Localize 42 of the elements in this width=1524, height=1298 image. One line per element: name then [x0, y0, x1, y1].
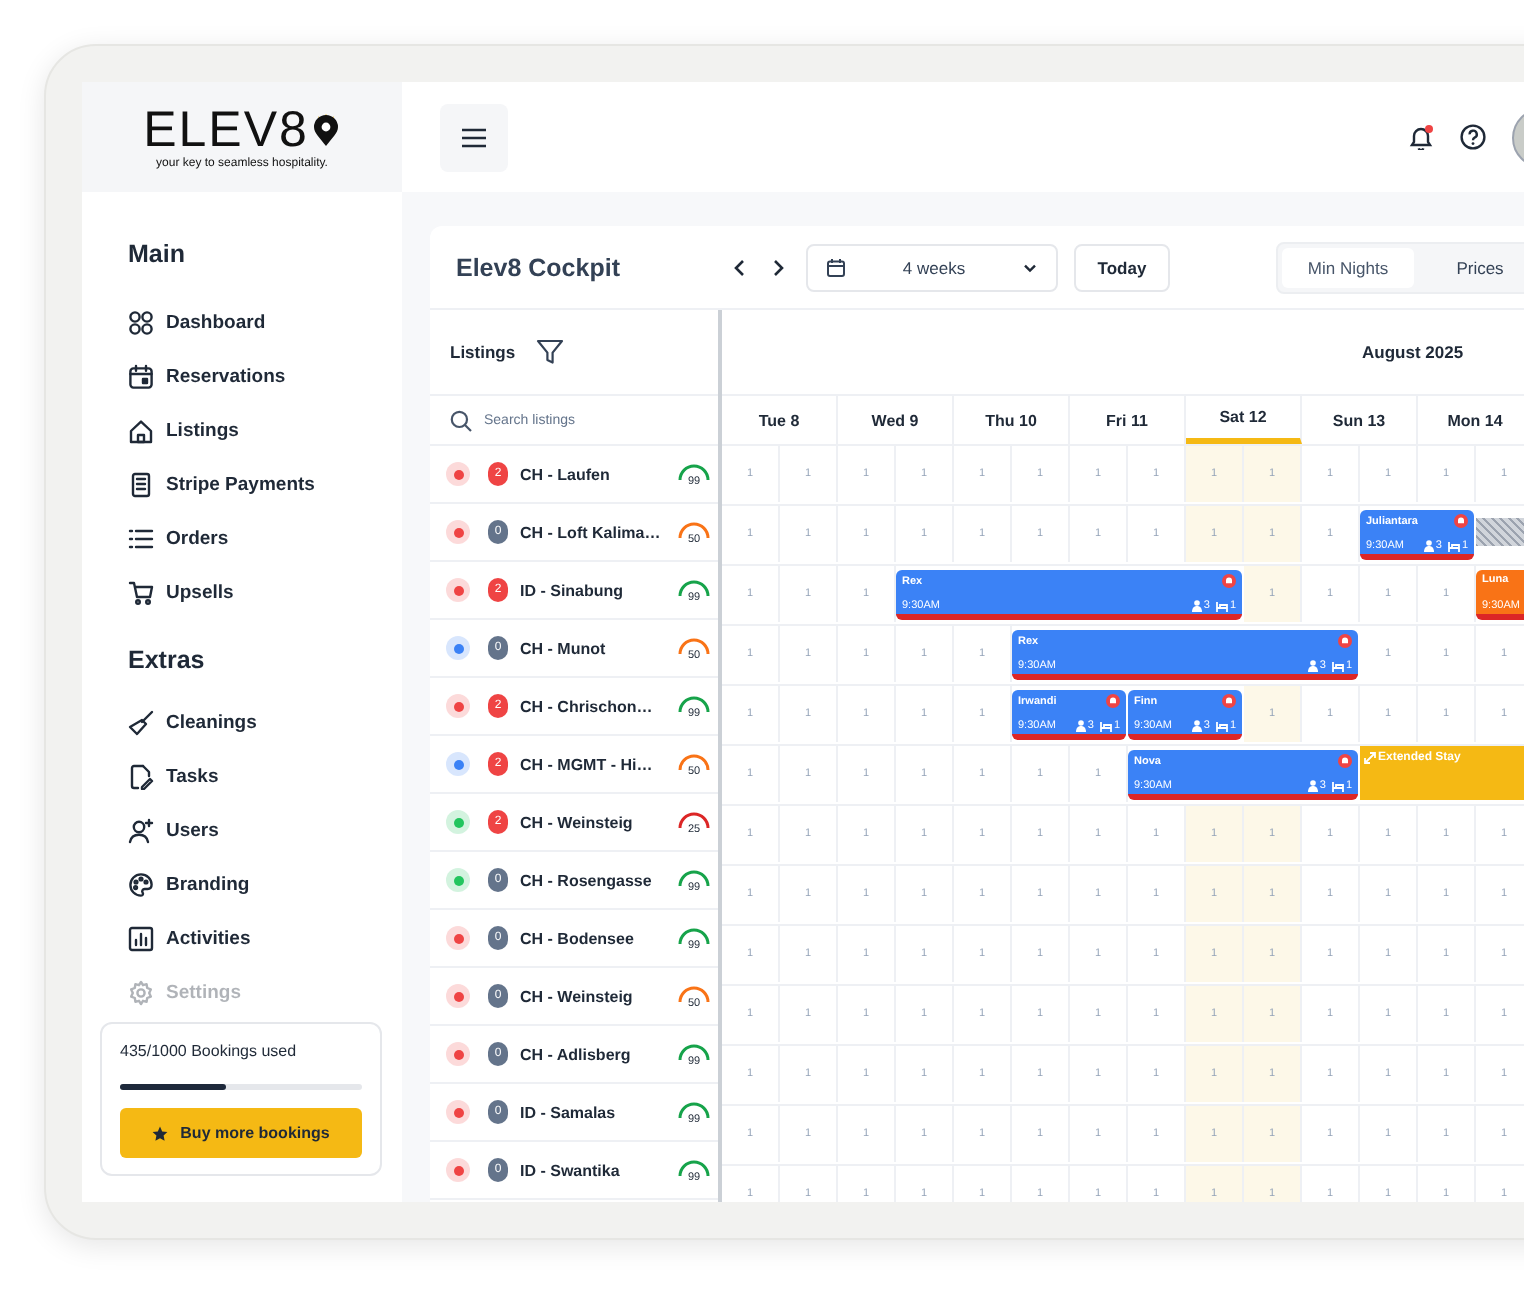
- view-tab[interactable]: Min Nights: [1282, 247, 1414, 287]
- listing-name[interactable]: CH - Bodensee: [520, 929, 676, 947]
- listing-name[interactable]: CH - Chrischon…: [520, 697, 676, 715]
- sidebar-item[interactable]: Dashboard: [128, 296, 266, 350]
- sidebar-item[interactable]: Branding: [128, 858, 250, 912]
- sidebar-item[interactable]: Reservations: [128, 350, 286, 404]
- listing-name[interactable]: CH - Rosengasse: [520, 871, 676, 889]
- page-title: Elev8 Cockpit: [456, 253, 622, 281]
- sidebar-item[interactable]: Stripe Payments: [128, 458, 315, 512]
- range-dropdown[interactable]: 4 weeks: [806, 243, 1058, 291]
- listing-name[interactable]: CH - MGMT - Hi…: [520, 755, 676, 773]
- sidebar-item[interactable]: Cleanings: [128, 696, 257, 750]
- listing-name[interactable]: CH - Weinsteig: [520, 813, 676, 831]
- listing-name[interactable]: ID - Sinabung: [520, 581, 676, 599]
- sidebar-item[interactable]: Activities: [128, 912, 251, 966]
- day-header: Wed 9: [838, 396, 954, 444]
- view-tab[interactable]: Prices: [1414, 247, 1524, 287]
- sidebar-item[interactable]: Listings: [128, 404, 239, 458]
- day-header: Thu 10: [954, 396, 1070, 444]
- day-header: Mon 14: [1418, 396, 1524, 444]
- usage-text: 435/1000 Bookings used: [120, 1042, 299, 1060]
- column-heading: Listings: [450, 342, 516, 362]
- listing-name[interactable]: ID - Swantika: [520, 1161, 676, 1179]
- section-heading: Extras: [128, 644, 207, 678]
- listing-name[interactable]: CH - Weinsteig: [520, 987, 676, 1005]
- sidebar-item[interactable]: Orders: [128, 512, 229, 566]
- logo-wordmark: ELEV8: [143, 104, 309, 156]
- section-heading: Main: [128, 238, 187, 272]
- month-label: August 2025: [1362, 342, 1464, 362]
- listing-name[interactable]: CH - Loft Kalima…: [520, 523, 676, 541]
- sidebar-item[interactable]: Tasks: [128, 750, 219, 804]
- listing-name[interactable]: CH - Laufen: [520, 465, 676, 483]
- sidebar-item[interactable]: Users: [128, 804, 219, 858]
- listing-name[interactable]: CH - Munot: [520, 639, 676, 657]
- listing-name[interactable]: CH - Adlisberg: [520, 1045, 676, 1063]
- listing-name[interactable]: ID - Samalas: [520, 1103, 676, 1121]
- day-header: Tue 8: [722, 396, 838, 444]
- today-button[interactable]: Today: [1074, 243, 1170, 291]
- buy-bookings-button[interactable]: Buy more bookings: [120, 1108, 362, 1158]
- sidebar-item[interactable]: Upsells: [128, 566, 234, 620]
- day-header: Fri 11: [1070, 396, 1186, 444]
- day-header: Sun 13: [1302, 396, 1418, 444]
